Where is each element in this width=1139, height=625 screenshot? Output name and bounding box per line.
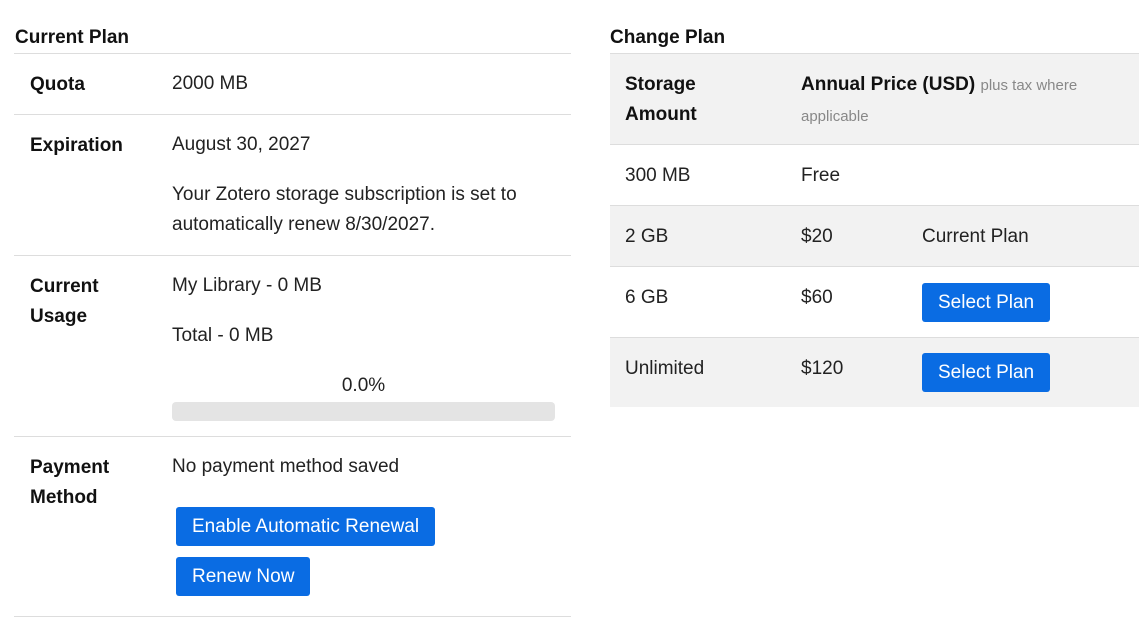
usage-label: Current Usage [30,276,99,327]
annual-price-header: Annual Price (USD) plus tax where applic… [801,70,1121,132]
payment-value: No payment method saved [172,456,400,477]
plan-row: Unlimited $120 Select Plan [610,337,1139,407]
expiration-label: Expiration [30,135,123,156]
plan-price: $20 [801,226,833,247]
current-plan-title: Current Plan [15,27,130,48]
plan-storage: Unlimited [625,358,705,379]
usage-row: Current Usage My Library - 0 MB Total - … [14,255,571,436]
plan-storage: 2 GB [625,226,669,247]
enable-automatic-renewal-button[interactable]: Enable Automatic Renewal [176,507,436,546]
plan-storage: 6 GB [625,287,669,308]
plan-row: 6 GB $60 Select Plan [610,266,1139,337]
total-usage: Total - 0 MB [172,325,274,346]
quota-label: Quota [30,74,85,95]
expiration-value: August 30, 2027 [172,134,311,155]
select-plan-button[interactable]: Select Plan [922,353,1051,392]
usage-progress-bar [172,402,555,421]
select-plan-button[interactable]: Select Plan [922,283,1051,322]
renew-now-button[interactable]: Renew Now [176,557,311,596]
current-plan-indicator: Current Plan [922,226,1029,247]
plan-price: Free [801,165,841,186]
plan-price: $60 [801,287,833,308]
plan-row: 300 MB Free [610,144,1139,205]
plan-table-header: Storage Amount Annual Price (USD) plus t… [610,53,1139,144]
storage-settings-page: Current Plan Quota 2000 MB Expiration Au… [0,0,1139,625]
plan-row: 2 GB $20 Current Plan [610,205,1139,266]
renewal-note: Your Zotero storage subscription is set … [172,184,517,235]
expiration-row: Expiration August 30, 2027 Your Zotero s… [14,114,571,255]
quota-row: Quota 2000 MB [14,53,571,114]
usage-percent: 0.0% [341,375,386,396]
annual-price-header-label: Annual Price (USD) [801,74,976,95]
change-plan-title: Change Plan [610,27,726,48]
plan-storage: 300 MB [625,165,691,186]
library-usage: My Library - 0 MB [172,275,322,296]
plan-price: $120 [801,358,844,379]
payment-label: Payment Method [30,457,110,508]
quota-value: 2000 MB [172,73,249,94]
storage-amount-header: Storage Amount [625,74,697,125]
payment-row: Payment Method No payment method saved E… [14,436,571,617]
